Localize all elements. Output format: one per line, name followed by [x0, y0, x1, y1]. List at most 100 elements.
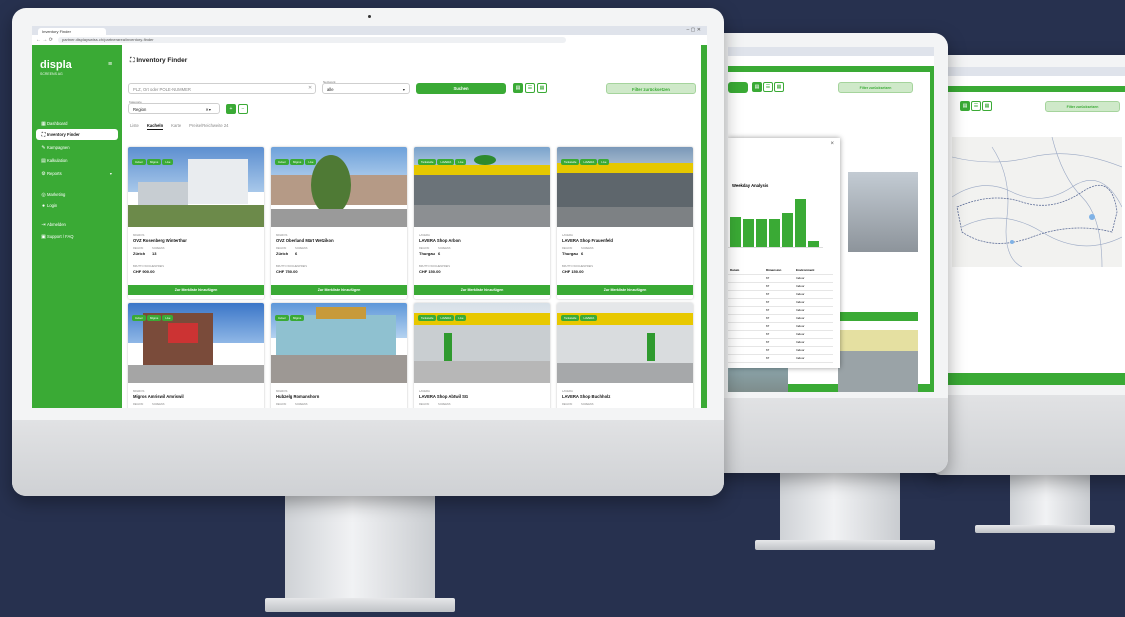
region-value: Thurgau	[276, 407, 292, 408]
location-card[interactable]: Tankstelle LAVERA Live LAVERA LAVERA Shop Fr…	[557, 147, 693, 299]
price-value: CHF 750.00	[276, 269, 298, 274]
cell-environment: Indoor	[796, 340, 805, 344]
card-network: LAVERA	[562, 389, 573, 393]
sidebar-item-reports[interactable]: ⚙Reports ▾	[36, 168, 118, 179]
add-to-list-button[interactable]: Zur Merkliste hinzufügen	[128, 285, 264, 295]
reset-filter-button[interactable]: Filter zurücksetzen	[838, 82, 913, 93]
screens-value: 4	[152, 407, 154, 408]
menu-icon[interactable]: ≡	[108, 61, 112, 68]
sidebar-item-kalkulation[interactable]: ▤Kalkulation	[36, 155, 118, 166]
location-card[interactable]: Indoor Migros MIGROS Hubzelg Romanshorn REGI…	[271, 303, 407, 408]
sidebar-item-label: Login	[47, 203, 58, 208]
badge-group: Tankstelle LAVERA	[561, 306, 621, 324]
window-controls[interactable]: – ▢ ✕	[687, 27, 701, 33]
reset-filter-button[interactable]: Filter zurücksetzen	[606, 83, 696, 94]
tab-kacheln[interactable]: Kacheln	[146, 123, 164, 130]
price-label: BRUTTO WOCHENPREIS	[419, 265, 450, 268]
sidebar-item-kampagnen[interactable]: ✎Kampagnen	[36, 142, 118, 153]
sidebar-item-login[interactable]: ● Login	[36, 200, 118, 211]
search-button[interactable]	[728, 82, 748, 93]
tile-view-button[interactable]: ▤	[752, 82, 762, 92]
screens-label: SCREENS	[438, 247, 451, 250]
map-view-button[interactable]: ▦	[537, 83, 547, 93]
sidebar-item-label: Kalkulation	[47, 158, 68, 163]
status-badge: Migros	[146, 315, 162, 321]
list-view-button[interactable]: ☰	[525, 83, 535, 93]
region-value: Zürich	[133, 251, 146, 256]
monitor-3-screen: ▤ ☰ ▦ Filter zurücksetzen	[940, 67, 1125, 385]
monitor-2-chin	[700, 398, 948, 473]
tab-bar	[940, 67, 1125, 76]
reset-filter-button[interactable]: Filter zurücksetzen	[1045, 101, 1120, 112]
binoculars-icon: ⛶	[41, 132, 46, 138]
add-filter-button[interactable]: +	[226, 104, 236, 114]
map-view[interactable]	[952, 137, 1122, 267]
add-to-list-button[interactable]: Zur Merkliste hinzufügen	[557, 285, 693, 295]
list-view-button[interactable]: ☰	[971, 101, 981, 111]
campaign-icon: ✎	[41, 145, 46, 151]
search-button[interactable]: Suchen	[416, 83, 506, 94]
cell-dimension: 67	[766, 308, 770, 312]
remove-filter-button[interactable]: −	[238, 104, 248, 114]
region-label: REGION	[276, 403, 287, 406]
card-title: LAVERA Shop Abtwil SG	[419, 394, 469, 399]
browser-tab[interactable]: Inventory Finder	[38, 28, 106, 35]
status-badge: Live	[162, 315, 174, 321]
region-value: Zürich	[276, 251, 289, 256]
logo: displa SCREENS AG	[40, 59, 72, 76]
list-view-button[interactable]: ☰	[763, 82, 773, 92]
map-view-button[interactable]: ▦	[982, 101, 992, 111]
screens-label: SCREENS	[152, 247, 165, 250]
sidebar-item-abmelden[interactable]: ⇥Abmelden	[36, 219, 118, 230]
tile-view-button[interactable]: ▤	[513, 83, 523, 93]
cell-environment: Indoor	[796, 300, 805, 304]
add-to-list-button[interactable]: Zur Merkliste hinzufügen	[271, 285, 407, 295]
location-card[interactable]: Indoor Migros Live MIGROS Migros Amriswil Am…	[128, 303, 264, 408]
status-badge: Indoor	[275, 159, 289, 165]
location-card[interactable]: Indoor Migros Live MIGROS OVZ Oberland Märt …	[271, 147, 407, 299]
search-input[interactable]: PLZ, Ort oder POLE-NUMMER	[128, 83, 316, 94]
tab-liste[interactable]: Liste	[130, 123, 139, 128]
add-to-list-button[interactable]: Zur Merkliste hinzufügen	[414, 285, 550, 295]
clear-search-icon[interactable]: ✕	[308, 85, 312, 91]
monitor-2-screen: ▤ ☰ ▦ Filter zurücksetzen × Weekday Anal…	[728, 47, 934, 392]
table-row[interactable]: 67 Indoor	[728, 354, 833, 363]
nav-arrows-icon[interactable]: ← → ⟳	[36, 37, 53, 43]
card-title: LAVERA Shop Buchholz	[562, 394, 611, 399]
status-badge: Migros	[289, 315, 305, 321]
monitor-2: ▤ ☰ ▦ Filter zurücksetzen × Weekday Anal…	[700, 33, 948, 473]
card-title: OVZ Rosenberg Winterthur	[133, 238, 187, 243]
tab-karte[interactable]: Karte	[171, 123, 181, 128]
sidebar-item-marketing[interactable]: ◎Marketing	[36, 189, 118, 200]
cell-dimension: 67	[766, 332, 770, 336]
screens-label: SCREENS	[581, 403, 594, 406]
tab-preise-reichweite-24[interactable]: Preise/Reichweite 24	[189, 123, 228, 128]
logo-text: displa	[40, 59, 72, 71]
location-card[interactable]: Tankstelle LAVERA Live LAVERA LAVERA Shop Ab…	[414, 303, 550, 408]
badge-group: Tankstelle LAVERA Live	[418, 306, 478, 324]
map-view-button[interactable]: ▦	[774, 82, 784, 92]
region-select[interactable]: Region ✕▾	[128, 103, 220, 114]
tile-view-button[interactable]: ▤	[960, 101, 970, 111]
location-card[interactable]: Indoor Migros Live MIGROS OVZ Rosenberg Wint…	[128, 147, 264, 299]
network-select[interactable]: alle ▾	[322, 83, 410, 94]
url-field[interactable]: partner.displayswiss.ch/partnerarea/inve…	[58, 37, 566, 43]
card-network: MIGROS	[133, 233, 145, 237]
cell-environment: Indoor	[796, 332, 805, 336]
price-label: BRUTTO WOCHENPREIS	[562, 265, 593, 268]
clear-icon[interactable]: ✕▾	[205, 104, 211, 115]
modal-close-button[interactable]: ×	[830, 141, 834, 147]
sidebar-item-inventory-finder[interactable]: ⛶ Inventory Finder	[36, 129, 118, 140]
monitor-3-chin	[930, 395, 1125, 475]
table-header-environment: Environment	[796, 268, 815, 272]
add-to-list-button[interactable]	[838, 312, 918, 321]
network-value: alle	[327, 87, 334, 92]
badge-group: Tankstelle LAVERA Live	[561, 150, 621, 168]
location-card[interactable]: Tankstelle LAVERA Live LAVERA LAVERA Shop Ar…	[414, 147, 550, 299]
cell-dimension: 67	[766, 348, 770, 352]
sidebar-item-dashboard[interactable]: ▦Dashboard	[36, 118, 118, 129]
sidebar-item-support-faq[interactable]: ▣Support / FAQ	[36, 231, 118, 242]
modal-title: Weekday Analysis	[732, 183, 769, 188]
badge-group: Indoor Migros Live	[132, 306, 192, 324]
location-card[interactable]: Tankstelle LAVERA LAVERA LAVERA Shop Buchho…	[557, 303, 693, 408]
